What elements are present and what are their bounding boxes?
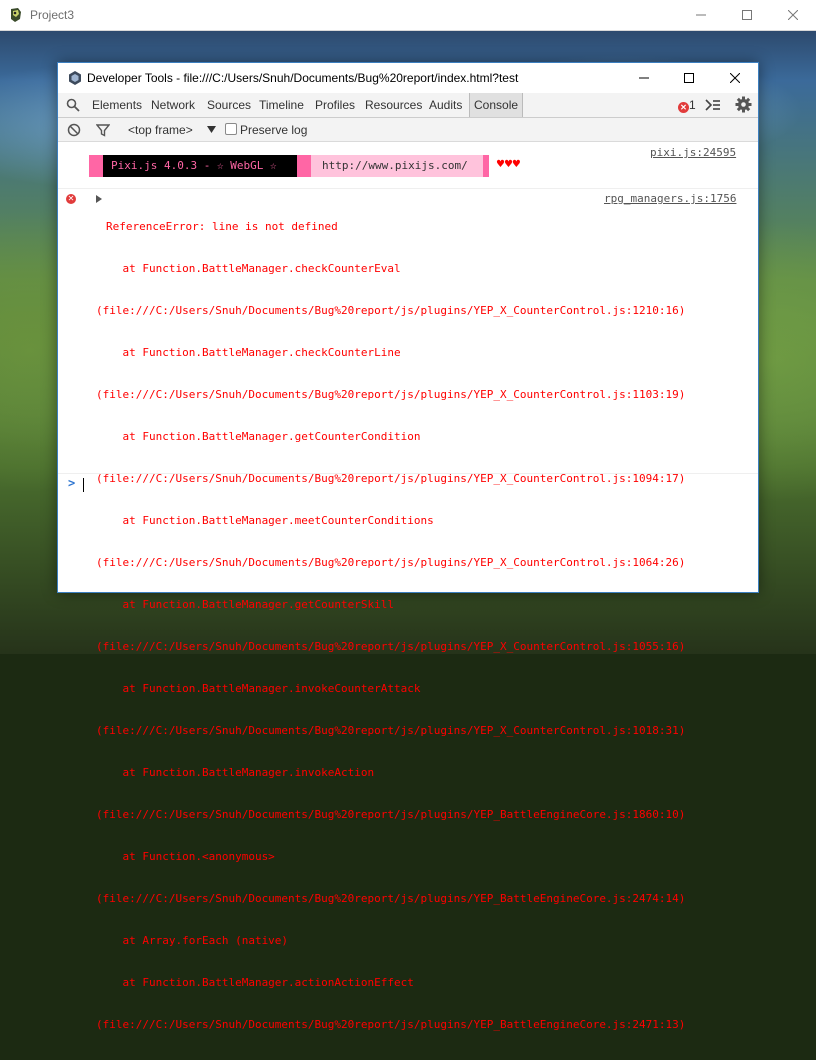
console-output: pixi.js:24595 Pixi.js 4.0.3 - ☆ WebGL ☆ … (58, 142, 758, 1031)
error-stack-trace[interactable]: ReferenceError: line is not defined at F… (96, 192, 685, 1060)
error-line: (file:///C:/Users/Snuh/Documents/Bug%20r… (96, 304, 686, 317)
chrome-devtools-icon (69, 71, 81, 85)
frame-selector[interactable]: <top frame> (128, 123, 193, 137)
devtools-title-bar: Developer Tools - file:///C:/Users/Snuh/… (58, 63, 758, 93)
error-line: at Function.BattleManager.checkCounterEv… (96, 262, 401, 275)
error-count: 1 (689, 98, 696, 112)
outer-window-title: Project3 (30, 8, 75, 22)
tab-profiles[interactable]: Profiles (315, 98, 355, 112)
tab-sources[interactable]: Sources (207, 98, 251, 112)
devtools-minimize-button[interactable] (621, 63, 667, 93)
console-drawer-icon[interactable] (705, 98, 721, 112)
pixi-version-text: Pixi.js 4.0.3 - ☆ WebGL ☆ (111, 159, 277, 172)
error-line: (file:///C:/Users/Snuh/Documents/Bug%20r… (96, 1018, 686, 1031)
error-line: at Array.forEach (native) (96, 934, 289, 947)
panel-tab-bar: Elements Network Sources Timeline Profil… (58, 93, 758, 118)
tab-resources[interactable]: Resources (365, 98, 422, 112)
rpg-maker-app-icon (11, 8, 21, 22)
preserve-log-checkbox[interactable] (225, 123, 237, 135)
chevron-down-icon[interactable] (207, 126, 216, 134)
console-message-pixi: pixi.js:24595 Pixi.js 4.0.3 - ☆ WebGL ☆ … (58, 142, 758, 189)
maximize-icon (684, 73, 694, 83)
outer-title-bar: Project3 (0, 0, 816, 31)
console-prompt[interactable]: > (58, 475, 758, 495)
devtools-maximize-button[interactable] (666, 63, 712, 93)
error-line: ReferenceError: line is not defined (106, 220, 338, 233)
error-icon: ✕ (678, 102, 689, 113)
error-line: (file:///C:/Users/Snuh/Documents/Bug%20r… (96, 556, 686, 569)
search-icon[interactable] (66, 98, 80, 112)
error-line: (file:///C:/Users/Snuh/Documents/Bug%20r… (96, 640, 686, 653)
error-line: at Function.BattleManager.meetCounterCon… (96, 514, 434, 527)
close-icon (788, 10, 798, 20)
text-caret (83, 478, 84, 492)
error-line: (file:///C:/Users/Snuh/Documents/Bug%20r… (96, 808, 686, 821)
devtools-close-button[interactable] (712, 63, 758, 93)
tab-elements[interactable]: Elements (92, 98, 142, 112)
error-line: at Function.BattleManager.checkCounterLi… (96, 346, 401, 359)
error-line: (file:///C:/Users/Snuh/Documents/Bug%20r… (96, 892, 686, 905)
minimize-icon (639, 77, 649, 79)
pixi-banner-version: Pixi.js 4.0.3 - ☆ WebGL ☆ (89, 155, 297, 177)
outer-close-button[interactable] (770, 0, 816, 30)
error-line: (file:///C:/Users/Snuh/Documents/Bug%20r… (96, 724, 686, 737)
console-message-error: ✕ rpg_managers.js:1756 ReferenceError: l… (58, 189, 758, 1031)
close-icon (730, 73, 740, 83)
outer-maximize-button[interactable] (724, 0, 770, 30)
error-line: at Function.BattleManager.invokeCounterA… (96, 682, 421, 695)
tab-timeline[interactable]: Timeline (259, 98, 304, 112)
error-count-badge[interactable]: ✕ 1 (678, 98, 696, 113)
maximize-icon (742, 10, 752, 20)
filter-icon[interactable] (96, 123, 110, 137)
error-line: at Function.BattleManager.actionActionEf… (96, 976, 414, 989)
clear-console-icon[interactable] (67, 123, 81, 137)
pixi-banner-url: http://www.pixijs.com/ (297, 155, 489, 177)
console-toolbar: <top frame> Preserve log (58, 118, 758, 142)
error-line: at Function.BattleManager.getCounterCond… (96, 430, 421, 443)
minimize-icon (696, 14, 706, 16)
error-line: at Function.BattleManager.getCounterSkil… (96, 598, 395, 611)
devtools-window: Developer Tools - file:///C:/Users/Snuh/… (57, 62, 759, 1031)
error-line: at Function.<anonymous> (96, 850, 275, 863)
preserve-log-label: Preserve log (240, 123, 308, 137)
devtools-window-title: Developer Tools - file:///C:/Users/Snuh/… (87, 71, 519, 85)
prompt-chevron-icon: > (68, 476, 76, 490)
tab-audits[interactable]: Audits (429, 98, 462, 112)
tab-network[interactable]: Network (151, 98, 195, 112)
pixi-hearts: ♥♥♥ (496, 159, 521, 170)
gear-icon[interactable] (735, 96, 752, 113)
error-line: at Function.BattleManager.invokeAction (96, 766, 375, 779)
pixi-url-text: http://www.pixijs.com/ (322, 159, 468, 172)
outer-minimize-button[interactable] (678, 0, 724, 30)
source-link-pixi[interactable]: pixi.js:24595 (650, 146, 736, 159)
error-icon: ✕ (66, 194, 76, 204)
error-line: (file:///C:/Users/Snuh/Documents/Bug%20r… (96, 388, 686, 401)
tab-console[interactable]: Console (469, 93, 524, 117)
